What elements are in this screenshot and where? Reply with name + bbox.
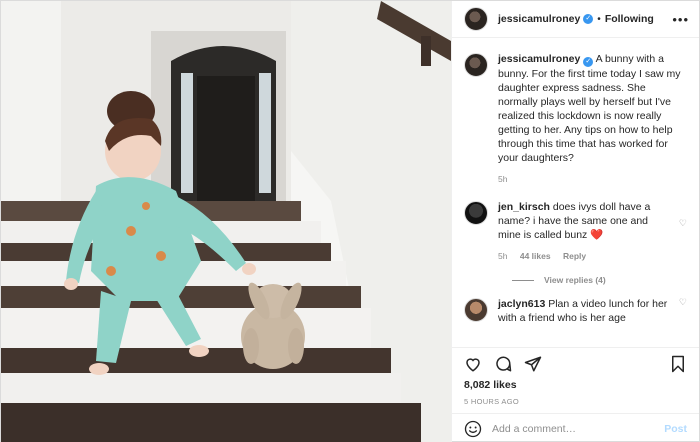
comment-meta: 5h 44 likes Reply [498, 249, 673, 263]
comment-age[interactable]: 5h [498, 251, 507, 261]
comment-like-icon[interactable]: ♡ [679, 297, 687, 325]
comment-username[interactable]: jaclyn613 [498, 298, 545, 310]
caption-text: A bunny with a bunny. For the first time… [498, 53, 681, 164]
caption-username[interactable]: jessicamulroney [498, 53, 580, 65]
comment-username[interactable]: jen_kirsch [498, 201, 550, 213]
comment-likes[interactable]: 44 likes [520, 251, 551, 261]
commenter-avatar[interactable] [464, 201, 488, 225]
caption-age[interactable]: 5h [498, 174, 507, 184]
post-side-panel: jessicamulroney ✓ • Following ••• jessic… [451, 1, 699, 442]
separator-dot: • [597, 13, 601, 25]
comment-icon[interactable] [494, 355, 512, 373]
add-comment-input[interactable] [492, 422, 665, 435]
more-options-icon[interactable]: ••• [672, 12, 689, 27]
post-timestamp[interactable]: 5 HOURS AGO [452, 393, 699, 413]
author-username[interactable]: jessicamulroney [498, 13, 580, 25]
photo-illustration [1, 1, 451, 442]
verified-badge-icon: ✓ [583, 14, 594, 24]
comment-like-icon[interactable]: ♡ [679, 218, 687, 263]
caption-meta: 5h [498, 172, 687, 186]
caption-body: jessicamulroney ✓ A bunny with a bunny. F… [498, 52, 687, 186]
caption-row: jessicamulroney ✓ A bunny with a bunny. F… [464, 52, 687, 186]
comment-row: jaclyn613 Plan a video lunch for her wit… [464, 297, 687, 325]
comment-body: jaclyn613 Plan a video lunch for her wit… [498, 297, 673, 325]
bookmark-icon[interactable] [669, 355, 687, 373]
emoji-icon[interactable] [464, 420, 482, 438]
comment-row: jen_kirsch does ivys doll have a name? i… [464, 200, 687, 263]
add-comment-bar: Post [452, 413, 699, 442]
verified-badge-icon: ✓ [583, 57, 594, 67]
instagram-post: jessicamulroney ✓ • Following ••• jessic… [0, 0, 700, 442]
reply-button[interactable]: Reply [563, 251, 586, 261]
heart-icon[interactable] [464, 355, 482, 373]
post-header: jessicamulroney ✓ • Following ••• [452, 1, 699, 38]
share-icon[interactable] [524, 355, 542, 373]
like-count[interactable]: 8,082 likes [452, 379, 699, 393]
author-avatar[interactable] [464, 7, 488, 31]
commenter-avatar[interactable] [464, 298, 488, 322]
post-photo[interactable] [1, 1, 451, 442]
comment-body: jen_kirsch does ivys doll have a name? i… [498, 200, 673, 263]
caption-avatar[interactable] [464, 53, 488, 77]
action-bar [452, 347, 699, 379]
comments-list[interactable]: jessicamulroney ✓ A bunny with a bunny. F… [452, 38, 699, 347]
post-comment-button[interactable]: Post [664, 423, 687, 435]
view-replies-button[interactable]: View replies (4) [512, 275, 687, 285]
following-button[interactable]: Following [605, 13, 654, 25]
